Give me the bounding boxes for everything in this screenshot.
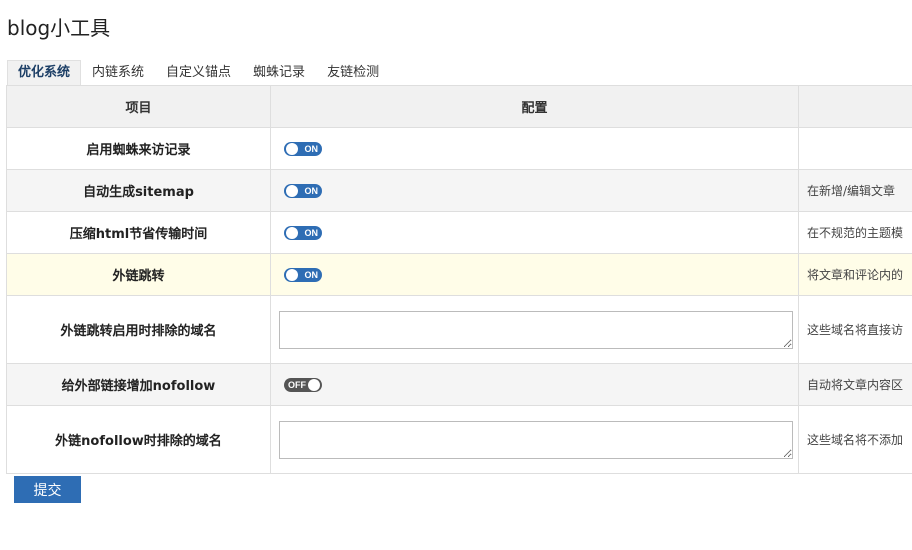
row-config: ON [270,169,799,212]
tab-friend-link-check[interactable]: 友链检测 [316,60,390,86]
row-desc: 这些域名将不添加 [798,405,912,474]
toggle-knob [286,268,298,281]
toggle-knob [286,142,298,155]
row-desc: 自动将文章内容区 [798,363,912,406]
table-row: 给外部链接增加nofollow OFF 自动将文章内容区 [6,363,912,406]
table-row: 外链跳转 ON 将文章和评论内的 [6,253,912,296]
spider-log-toggle[interactable]: ON [284,141,322,156]
row-label: 外链跳转启用时排除的域名 [6,295,271,364]
row-label: 启用蜘蛛来访记录 [6,127,271,170]
table-row: 启用蜘蛛来访记录 ON [6,127,912,170]
row-config [270,405,799,474]
tab-optimize[interactable]: 优化系统 [7,60,82,87]
row-label: 外链跳转 [6,253,271,296]
row-desc: 在新增/编辑文章 [798,169,912,212]
row-config: ON [270,127,799,170]
toggle-knob [286,226,298,239]
toggle-knob [308,378,320,391]
header-item: 项目 [6,85,271,128]
row-config: ON [270,211,799,254]
toggle-knob [286,184,298,197]
sitemap-toggle[interactable]: ON [284,183,322,198]
nofollow-toggle[interactable]: OFF [284,377,322,392]
header-desc [798,85,912,128]
nofollow-exclude-domains-field[interactable] [279,420,793,459]
toggle-state: OFF [288,379,306,390]
row-label: 给外部链接增加nofollow [6,363,271,406]
toggle-state: ON [304,227,319,238]
row-label: 压缩html节省传输时间 [6,211,271,254]
row-label: 自动生成sitemap [6,169,271,212]
toggle-state: ON [304,185,319,196]
row-label: 外链nofollow时排除的域名 [6,405,271,474]
row-config: OFF [270,363,799,406]
compress-html-toggle[interactable]: ON [284,225,322,240]
table-row: 外链nofollow时排除的域名 这些域名将不添加 [6,405,912,474]
row-desc: 在不规范的主题模 [798,211,912,254]
row-config [270,295,799,364]
toggle-state: ON [304,269,319,280]
table-header-row: 项目 配置 [6,85,912,128]
toggle-state: ON [304,143,319,154]
table-row: 外链跳转启用时排除的域名 这些域名将直接访 [6,295,912,364]
submit-button[interactable]: 提交 [14,476,81,503]
header-config: 配置 [270,85,799,128]
external-redirect-toggle[interactable]: ON [284,267,322,282]
settings-table: 项目 配置 启用蜘蛛来访记录 ON 自动生成sitemap ON 在新增/编辑文… [6,85,912,474]
tab-spider-log[interactable]: 蜘蛛记录 [242,60,316,86]
redirect-exclude-domains-field[interactable] [279,310,793,349]
table-row: 自动生成sitemap ON 在新增/编辑文章 [6,169,912,212]
tab-custom-anchors[interactable]: 自定义锚点 [155,60,242,86]
row-config: ON [270,253,799,296]
row-desc: 这些域名将直接访 [798,295,912,364]
table-row: 压缩html节省传输时间 ON 在不规范的主题模 [6,211,912,254]
row-desc: 将文章和评论内的 [798,253,912,296]
tab-bar: 优化系统 内链系统 自定义锚点 蜘蛛记录 友链检测 [7,60,390,87]
tab-internal-links[interactable]: 内链系统 [81,60,155,86]
page-title: blog小工具 [7,16,111,40]
row-desc [798,127,912,170]
